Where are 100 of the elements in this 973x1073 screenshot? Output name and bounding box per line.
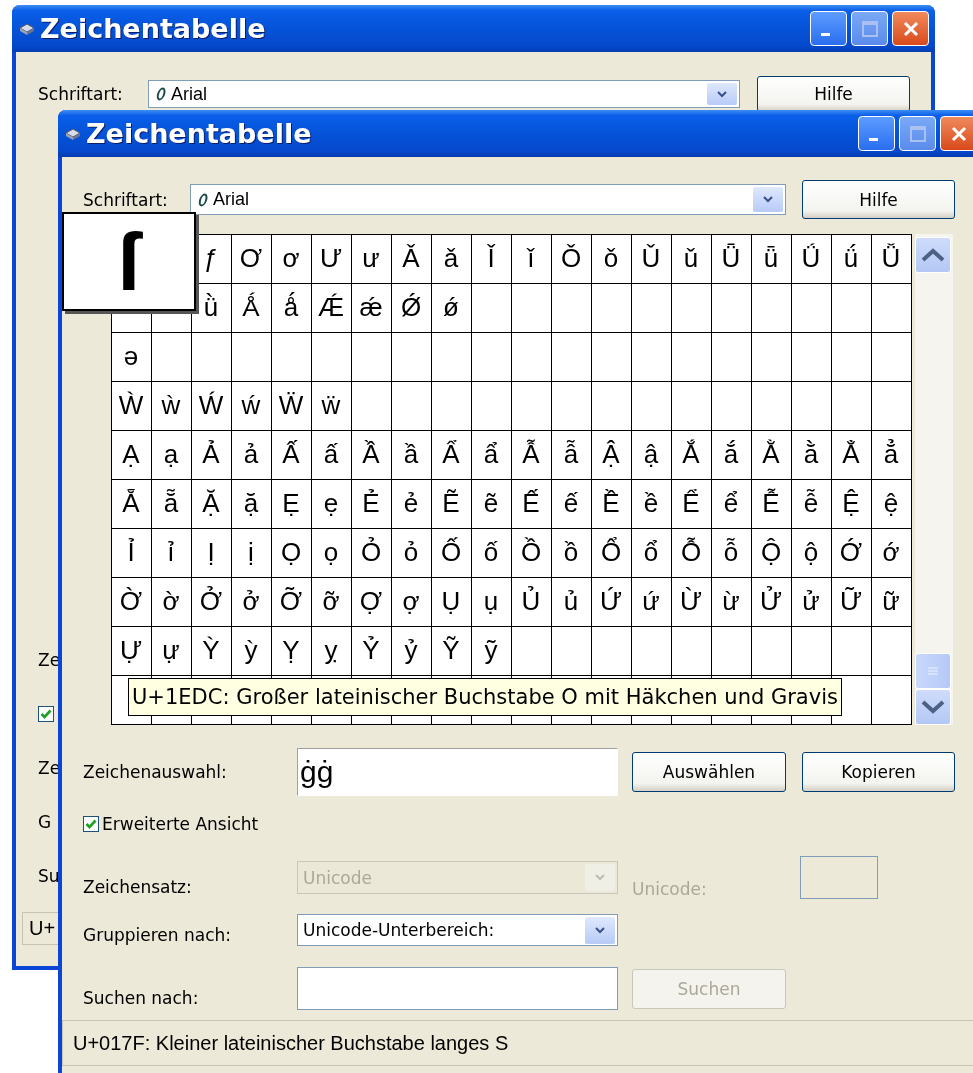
group-by-dropdown[interactable]: Unicode-Unterbereich: bbox=[297, 914, 618, 946]
character-cell[interactable]: ứ bbox=[631, 577, 671, 626]
character-cell[interactable]: ỡ bbox=[311, 577, 351, 626]
character-cell[interactable]: ể bbox=[711, 479, 751, 528]
character-cell[interactable]: ỗ bbox=[711, 528, 751, 577]
character-cell[interactable]: Ố bbox=[431, 528, 471, 577]
scroll-down-button[interactable] bbox=[915, 689, 951, 725]
character-cell[interactable]: ǽ bbox=[351, 283, 391, 332]
character-cell[interactable]: Ỏ bbox=[351, 528, 391, 577]
character-cell[interactable]: Ổ bbox=[591, 528, 631, 577]
character-cell[interactable]: ẳ bbox=[871, 430, 911, 479]
character-cell[interactable]: ủ bbox=[551, 577, 591, 626]
select-button[interactable]: Auswählen bbox=[632, 752, 786, 792]
character-cell[interactable]: ǎ bbox=[431, 234, 471, 283]
close-button[interactable] bbox=[940, 116, 973, 151]
character-cell[interactable]: Ờ bbox=[111, 577, 151, 626]
character-cell[interactable]: Ǖ bbox=[711, 234, 751, 283]
character-cell[interactable]: Ǘ bbox=[791, 234, 831, 283]
character-cell[interactable]: Ẳ bbox=[831, 430, 871, 479]
character-cell[interactable]: Ọ bbox=[271, 528, 311, 577]
scrollbar[interactable] bbox=[915, 234, 953, 725]
character-cell[interactable]: Ǽ bbox=[311, 283, 351, 332]
character-cell[interactable]: Ỵ bbox=[271, 626, 311, 675]
character-cell[interactable]: Ẹ bbox=[271, 479, 311, 528]
character-cell[interactable]: ẹ bbox=[311, 479, 351, 528]
character-cell[interactable]: Ǐ bbox=[471, 234, 511, 283]
character-cell[interactable]: ả bbox=[231, 430, 271, 479]
character-cell[interactable]: ỵ bbox=[311, 626, 351, 675]
character-cell[interactable]: Ǒ bbox=[551, 234, 591, 283]
character-cell[interactable]: Ụ bbox=[431, 577, 471, 626]
character-cell[interactable]: Ẵ bbox=[111, 479, 151, 528]
checkbox[interactable] bbox=[38, 706, 54, 722]
character-cell[interactable]: ỏ bbox=[391, 528, 431, 577]
character-cell[interactable]: ǐ bbox=[511, 234, 551, 283]
character-cell[interactable]: Ề bbox=[591, 479, 631, 528]
character-cell[interactable]: ə bbox=[111, 332, 151, 381]
character-cell[interactable]: ǻ bbox=[271, 283, 311, 332]
character-cell[interactable]: ặ bbox=[231, 479, 271, 528]
character-cell[interactable]: Ạ bbox=[111, 430, 151, 479]
character-cell[interactable]: ề bbox=[631, 479, 671, 528]
maximize-button[interactable] bbox=[851, 11, 888, 46]
character-cell[interactable]: ờ bbox=[151, 577, 191, 626]
character-cell[interactable]: Ẅ bbox=[271, 381, 311, 430]
character-cell[interactable]: Ấ bbox=[271, 430, 311, 479]
character-cell[interactable]: ố bbox=[471, 528, 511, 577]
character-cell[interactable]: Ẩ bbox=[431, 430, 471, 479]
character-cell[interactable]: ơ bbox=[271, 234, 311, 283]
font-dropdown[interactable]: Arial bbox=[190, 184, 786, 215]
minimize-button[interactable] bbox=[810, 11, 847, 46]
help-button[interactable]: Hilfe bbox=[802, 180, 955, 219]
search-field[interactable] bbox=[297, 967, 618, 1010]
character-cell[interactable]: Ǚ bbox=[871, 234, 911, 283]
character-cell[interactable]: ợ bbox=[391, 577, 431, 626]
character-cell[interactable]: Ị bbox=[191, 528, 231, 577]
character-cell[interactable]: Ể bbox=[671, 479, 711, 528]
character-cell[interactable]: ǔ bbox=[671, 234, 711, 283]
character-cell[interactable]: ậ bbox=[631, 430, 671, 479]
character-cell[interactable]: ắ bbox=[711, 430, 751, 479]
character-cell[interactable]: Ǿ bbox=[391, 283, 431, 332]
character-cell[interactable]: ử bbox=[791, 577, 831, 626]
character-cell[interactable]: Ồ bbox=[511, 528, 551, 577]
character-cell[interactable]: Ặ bbox=[191, 479, 231, 528]
character-cell[interactable]: ằ bbox=[791, 430, 831, 479]
character-cell[interactable]: ầ bbox=[391, 430, 431, 479]
character-cell[interactable]: Ừ bbox=[671, 577, 711, 626]
character-cell[interactable]: Ậ bbox=[591, 430, 631, 479]
character-cell[interactable]: ạ bbox=[151, 430, 191, 479]
character-cell[interactable]: Ẻ bbox=[351, 479, 391, 528]
character-cell[interactable]: Ẃ bbox=[191, 381, 231, 430]
character-cell[interactable]: ẻ bbox=[391, 479, 431, 528]
character-cell[interactable]: ị bbox=[231, 528, 271, 577]
character-cell[interactable]: ự bbox=[151, 626, 191, 675]
checkbox[interactable] bbox=[83, 816, 99, 832]
character-cell[interactable]: Ự bbox=[111, 626, 151, 675]
character-cell[interactable]: Ử bbox=[751, 577, 791, 626]
character-cell[interactable]: Ủ bbox=[511, 577, 551, 626]
character-cell[interactable]: ǒ bbox=[591, 234, 631, 283]
character-cell[interactable]: Ỳ bbox=[191, 626, 231, 675]
character-cell[interactable]: Ơ bbox=[231, 234, 271, 283]
character-cell[interactable]: ồ bbox=[551, 528, 591, 577]
character-cell[interactable]: ẫ bbox=[551, 430, 591, 479]
character-cell[interactable]: ở bbox=[231, 577, 271, 626]
character-cell[interactable]: Ắ bbox=[671, 430, 711, 479]
character-cell[interactable]: Ẫ bbox=[511, 430, 551, 479]
character-cell[interactable]: Ẽ bbox=[431, 479, 471, 528]
character-cell[interactable]: ẵ bbox=[151, 479, 191, 528]
character-cell[interactable]: ẃ bbox=[231, 381, 271, 430]
character-cell[interactable]: ổ bbox=[631, 528, 671, 577]
character-cell[interactable]: ǿ bbox=[431, 283, 471, 332]
maximize-button[interactable] bbox=[899, 116, 936, 151]
character-cell[interactable]: ỷ bbox=[391, 626, 431, 675]
character-cell[interactable]: ǘ bbox=[831, 234, 871, 283]
character-cell[interactable]: Ộ bbox=[751, 528, 791, 577]
character-cell[interactable]: ụ bbox=[471, 577, 511, 626]
font-dropdown[interactable]: Arial bbox=[148, 80, 740, 108]
character-cell[interactable]: Ệ bbox=[831, 479, 871, 528]
character-cell[interactable]: Ữ bbox=[831, 577, 871, 626]
character-cell[interactable]: ỹ bbox=[471, 626, 511, 675]
character-cell[interactable]: ấ bbox=[311, 430, 351, 479]
character-cell[interactable]: ỳ bbox=[231, 626, 271, 675]
